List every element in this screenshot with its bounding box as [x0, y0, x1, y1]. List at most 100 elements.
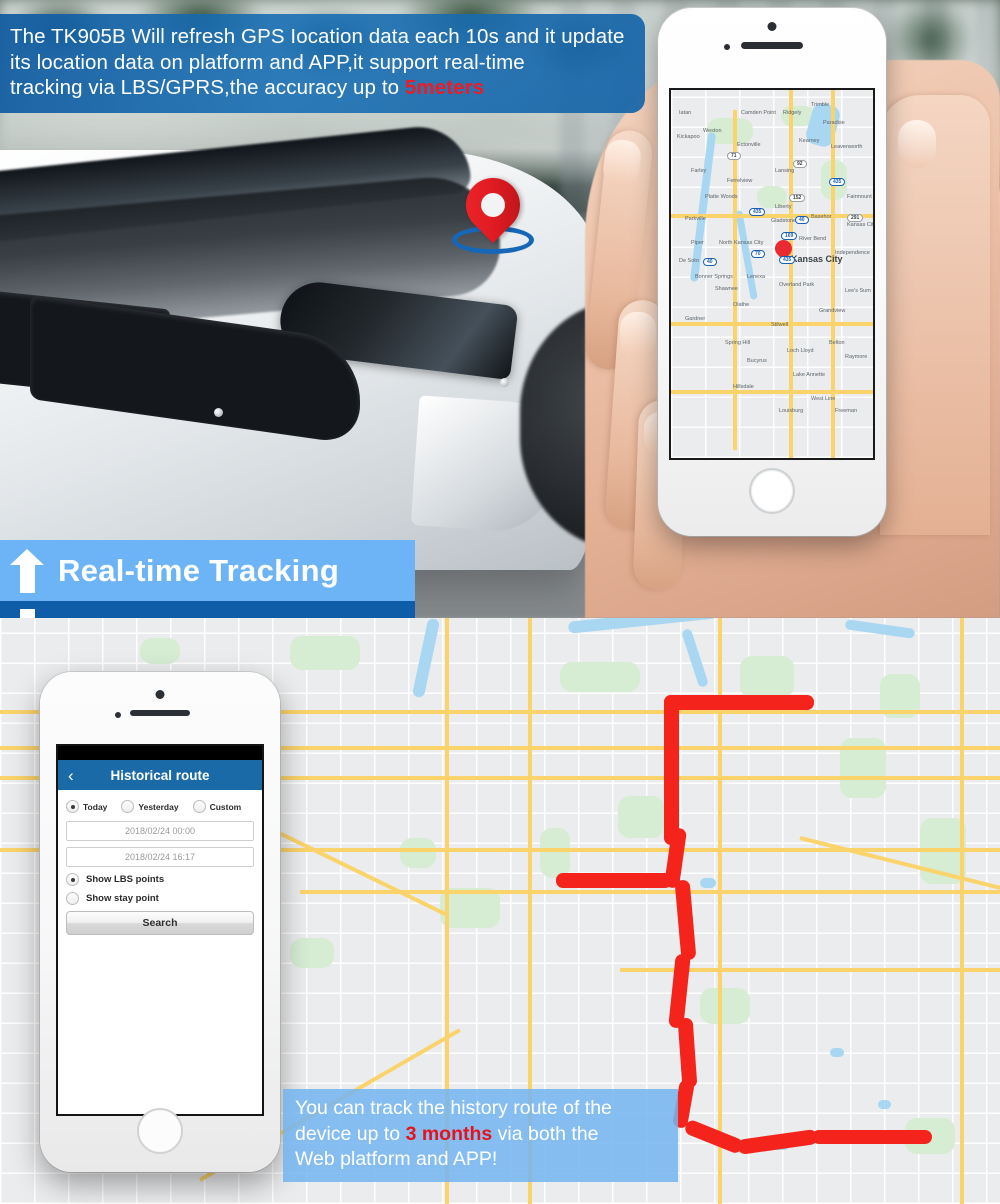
map-label: Bonner Springs [695, 274, 733, 280]
feature-label-realtime: Real-time Tracking [58, 552, 340, 588]
car-sensor-dot [500, 378, 509, 387]
map-canvas: Kansas City Iatan Kickapoo Weston Camden… [671, 90, 873, 458]
earpiece-speaker [741, 42, 803, 49]
map-label: Weston [703, 128, 722, 134]
fingernail [898, 120, 936, 168]
option-show-stay-point[interactable]: Show stay point [66, 892, 254, 905]
product-description-banner: The TK905B Will refresh GPS Iocation dat… [0, 14, 645, 113]
history-duration-caption: You can track the history route of the d… [283, 1089, 678, 1182]
map-label: Camden Point [741, 110, 776, 116]
radio-today-icon[interactable] [66, 800, 79, 813]
route-segment [664, 695, 814, 710]
highway-shield: 40 [795, 216, 809, 224]
map-label: Iatan [679, 110, 692, 116]
map-label: Ferrelview [727, 178, 753, 184]
map-label: Spring Hill [725, 340, 751, 346]
map-label: Ectonville [737, 142, 761, 148]
end-time-field[interactable]: 2018/02/24 16:17 [66, 847, 254, 867]
map-label: Liberty [775, 204, 792, 210]
map-label: Independence [835, 250, 870, 256]
highway-shield: 435 [749, 208, 766, 216]
map-label: Raymore [845, 354, 868, 360]
highway-shield: 71 [727, 152, 741, 160]
map-label: Freeman [835, 408, 858, 414]
home-button[interactable] [749, 468, 795, 514]
map-label: Paradise [823, 120, 845, 126]
radio-show-stay-icon[interactable] [66, 892, 79, 905]
banner-line-3-text: tracking via LBS/GPRS,the accuracy up to [10, 76, 405, 99]
radio-option-today[interactable]: Today [66, 800, 107, 813]
map-label: Louisburg [779, 408, 804, 414]
map-label: Lansing [775, 168, 795, 174]
option-show-lbs-points[interactable]: Show LBS points [66, 873, 254, 886]
app-navigation-bar: ‹ Historical route [58, 760, 262, 790]
route-segment [677, 1017, 698, 1089]
highway-shield: 169 [781, 232, 798, 240]
caption-line-2-prefix: device up to [295, 1122, 406, 1145]
phone-screen-map[interactable]: Kansas City Iatan Kickapoo Weston Camden… [669, 88, 875, 460]
map-label: Farley [691, 168, 707, 174]
front-camera-icon [767, 22, 777, 31]
highway-shield: 152 [789, 194, 806, 202]
car-sensor-dot [214, 408, 223, 417]
map-label: Bucyrus [747, 358, 767, 364]
map-label: Shawnee [715, 286, 738, 292]
map-label: West Line [811, 396, 836, 402]
start-time-field[interactable]: 2018/02/24 00:00 [66, 821, 254, 841]
map-label: Platte Woods [705, 194, 738, 200]
highway [789, 90, 793, 458]
caption-line-1: You can track the history route of the [295, 1097, 612, 1119]
status-bar [58, 746, 262, 760]
smartphone-history-route-app: ‹ Historical route Today Yesterday Custo… [40, 672, 280, 1172]
hand-right-side [880, 95, 990, 535]
date-range-radio-group: Today Yesterday Custom [66, 800, 254, 813]
home-button[interactable] [137, 1108, 183, 1154]
banner-line-2: its location data on platform and APP,it… [10, 50, 525, 74]
radio-option-custom[interactable]: Custom [192, 800, 242, 813]
radio-show-lbs-icon[interactable] [66, 873, 79, 886]
map-label: Grandview [819, 308, 846, 314]
map-label: River Bend [799, 236, 827, 242]
label-show-stay-point: Show stay point [86, 893, 159, 904]
radio-label-yesterday: Yesterday [138, 801, 179, 812]
radio-option-yesterday[interactable]: Yesterday [121, 800, 179, 813]
route-segment [556, 873, 672, 888]
radio-custom-icon[interactable] [192, 800, 206, 813]
map-label: Kansas City [847, 222, 875, 228]
radio-label-today: Today [83, 801, 108, 812]
search-button[interactable]: Search [66, 911, 254, 935]
history-search-form: Today Yesterday Custom 2018/02/24 00:00 … [58, 790, 262, 935]
caption-line-2: device up to 3 months via both the [295, 1122, 666, 1148]
accuracy-highlight: 5meters [404, 76, 485, 99]
radio-label-custom: Custom [209, 801, 242, 812]
map-label: Gardner [685, 316, 706, 322]
map-label: Trimble [811, 102, 830, 108]
radio-yesterday-icon[interactable] [121, 800, 135, 813]
map-label: De Soto [679, 258, 699, 264]
route-segment [736, 1128, 819, 1155]
map-label: Fairmount [847, 194, 872, 200]
map-label: Lake Annette [793, 372, 826, 378]
arrow-up-icon [10, 548, 44, 593]
highway [671, 390, 873, 394]
highway-shield: 40 [703, 258, 717, 266]
fingernail [620, 312, 656, 356]
route-segment [812, 1130, 932, 1144]
map-label: Hillsdale [733, 384, 754, 390]
map-label: Gladstone [771, 218, 797, 224]
proximity-sensor-icon [115, 712, 121, 718]
label-show-lbs-points: Show LBS points [86, 874, 165, 885]
highway-shield: 70 [751, 250, 765, 258]
banner-line-1: The TK905B Will refresh GPS Iocation dat… [10, 25, 625, 48]
map-label: Lee's Sum [845, 288, 871, 294]
pin-hole [481, 193, 505, 217]
chevron-left-icon[interactable]: ‹ [68, 767, 74, 784]
caption-line-3: Web platform and APP! [295, 1148, 498, 1170]
gps-location-pin-icon [452, 166, 534, 274]
map-label: Belton [829, 340, 845, 346]
map-label: Stilwell [771, 322, 789, 328]
map-label: Overland Park [779, 282, 815, 288]
front-camera-icon [155, 690, 165, 699]
app-screen[interactable]: ‹ Historical route Today Yesterday Custo… [56, 744, 264, 1116]
map-label: Leavenworth [831, 144, 863, 150]
